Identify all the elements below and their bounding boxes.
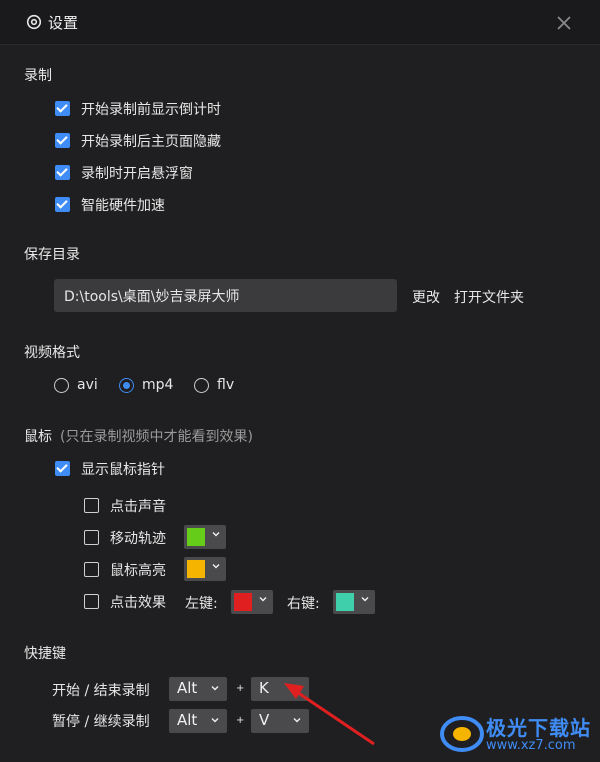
radio-avi[interactable] bbox=[54, 378, 69, 393]
checkbox-floating-window[interactable] bbox=[55, 165, 70, 180]
left-click-color-chip bbox=[234, 593, 252, 611]
plus-sign: + bbox=[236, 683, 245, 694]
label-hotkey-pause-resume: 暂停 / 继续录制 bbox=[52, 714, 150, 730]
chevron-down-icon bbox=[212, 532, 220, 537]
annotation-arrow bbox=[284, 683, 375, 746]
close-icon[interactable] bbox=[554, 13, 574, 33]
label-hw-accel: 智能硬件加速 bbox=[81, 198, 165, 214]
checkbox-move-track[interactable] bbox=[84, 530, 99, 545]
checkbox-click-sound[interactable] bbox=[84, 498, 99, 513]
chevron-down-icon bbox=[211, 718, 219, 723]
hotkey-pause-modifier-select[interactable]: Alt bbox=[169, 709, 227, 733]
section-save-dir-heading: 保存目录 bbox=[24, 247, 80, 263]
title-bar: 设置 bbox=[0, 0, 600, 45]
highlight-color-picker[interactable] bbox=[184, 557, 226, 581]
label-left-button: 左键: bbox=[185, 596, 218, 612]
label-mp4: mp4 bbox=[142, 377, 174, 393]
watermark-url: www.xz7.com bbox=[486, 738, 576, 753]
chevron-down-icon bbox=[212, 564, 220, 569]
checkbox-hide-main[interactable] bbox=[55, 133, 70, 148]
label-click-sound: 点击声音 bbox=[110, 499, 166, 515]
radio-mp4[interactable] bbox=[119, 378, 134, 393]
settings-icon bbox=[26, 14, 42, 30]
section-video-format-heading: 视频格式 bbox=[24, 345, 80, 361]
label-move-track: 移动轨迹 bbox=[110, 531, 166, 547]
label-hotkey-start-stop: 开始 / 结束录制 bbox=[52, 683, 150, 699]
label-flv: flv bbox=[217, 377, 235, 393]
window-title: 设置 bbox=[48, 14, 79, 32]
label-right-button: 右键: bbox=[287, 596, 320, 612]
checkbox-highlight[interactable] bbox=[84, 562, 99, 577]
left-click-color-picker[interactable] bbox=[231, 590, 273, 614]
label-highlight: 鼠标高亮 bbox=[110, 563, 166, 579]
checkbox-click-effect[interactable] bbox=[84, 594, 99, 609]
right-click-color-picker[interactable] bbox=[333, 590, 375, 614]
hotkey-pause-key-value: V bbox=[259, 711, 270, 729]
label-hide-main: 开始录制后主页面隐藏 bbox=[81, 134, 221, 150]
label-countdown: 开始录制前显示倒计时 bbox=[81, 102, 221, 118]
checkbox-hw-accel[interactable] bbox=[55, 197, 70, 212]
chevron-down-icon bbox=[259, 597, 267, 602]
checkbox-countdown[interactable] bbox=[55, 101, 70, 116]
mouse-note: (只在录制视频中才能看到效果) bbox=[60, 429, 253, 445]
right-click-color-chip bbox=[336, 593, 354, 611]
label-click-effect: 点击效果 bbox=[110, 595, 166, 611]
highlight-color-chip bbox=[187, 560, 205, 578]
section-mouse-heading: 鼠标 (只在录制视频中才能看到效果) bbox=[24, 426, 253, 446]
mouse-heading-text: 鼠标 bbox=[24, 429, 52, 445]
label-floating-window: 录制时开启悬浮窗 bbox=[81, 166, 193, 182]
chevron-down-icon bbox=[361, 597, 369, 602]
watermark-name: 极光下载站 bbox=[486, 716, 591, 740]
save-path-field[interactable]: D:\tools\桌面\妙吉录屏大师 bbox=[54, 279, 397, 312]
checkbox-show-pointer[interactable] bbox=[55, 461, 70, 476]
label-avi: avi bbox=[77, 377, 98, 393]
plus-sign: + bbox=[236, 715, 245, 726]
hotkey-start-modifier-select[interactable]: Alt bbox=[169, 677, 227, 701]
move-track-color-picker[interactable] bbox=[184, 525, 226, 549]
label-show-pointer: 显示鼠标指针 bbox=[81, 462, 165, 478]
section-recording-heading: 录制 bbox=[24, 68, 52, 84]
radio-flv[interactable] bbox=[194, 378, 209, 393]
change-dir-button[interactable]: 更改 bbox=[412, 287, 440, 307]
hotkey-start-modifier-value: Alt bbox=[177, 679, 198, 697]
hotkey-pause-modifier-value: Alt bbox=[177, 711, 198, 729]
move-track-color-chip bbox=[187, 528, 205, 546]
section-hotkeys-heading: 快捷键 bbox=[24, 646, 66, 662]
hotkey-start-key-value: K bbox=[259, 679, 269, 697]
open-folder-button[interactable]: 打开文件夹 bbox=[454, 287, 524, 307]
chevron-down-icon bbox=[211, 686, 219, 691]
